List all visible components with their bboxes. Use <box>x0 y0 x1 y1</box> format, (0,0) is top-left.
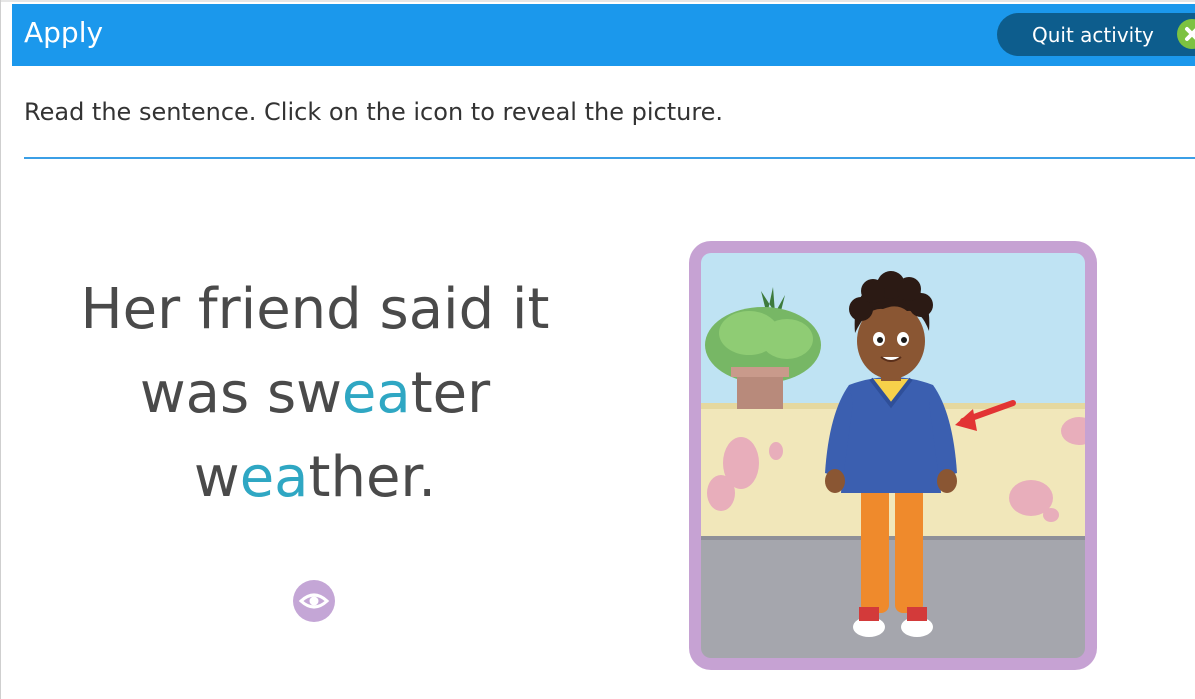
quit-activity-label: Quit activity <box>1032 23 1154 47</box>
highlighted-grapheme: ea <box>341 361 411 426</box>
sentence-segment: ther. <box>308 445 437 510</box>
sweater-picture <box>701 253 1085 658</box>
quit-activity-button[interactable]: Quit activity <box>997 13 1195 56</box>
sentence-line-2: was sweater <box>35 352 595 436</box>
instruction-text: Read the sentence. Click on the icon to … <box>24 98 724 126</box>
reveal-picture-button[interactable] <box>293 580 335 622</box>
activity-title: Apply <box>24 16 104 49</box>
close-icon[interactable] <box>1177 19 1195 49</box>
sentence-segment: w <box>193 445 240 510</box>
sentence-segment: was sw <box>139 361 342 426</box>
window-left-edge <box>0 0 1 699</box>
activity-header: Apply Quit activity <box>12 4 1195 66</box>
instruction-divider <box>24 157 1195 159</box>
highlighted-grapheme: ea <box>239 445 309 510</box>
sentence-segment: ter <box>410 361 491 426</box>
picture-frame <box>689 241 1097 670</box>
reading-sentence: Her friend said it was sweater weather. <box>35 268 595 520</box>
sentence-line-3: weather. <box>35 436 595 520</box>
eye-icon <box>293 593 335 626</box>
sentence-line-1: Her friend said it <box>80 277 550 342</box>
window-top-edge <box>0 0 1195 2</box>
